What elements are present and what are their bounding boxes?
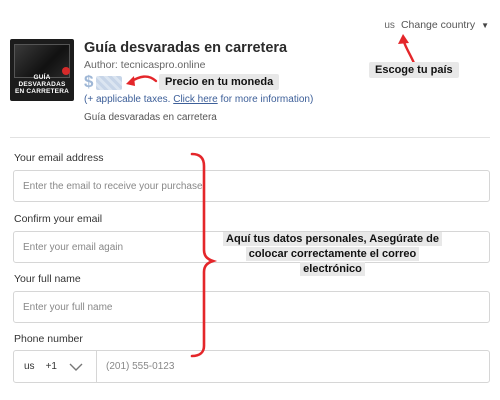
cover-text: GUÍA DESVARADAS EN CARRETERA xyxy=(14,74,70,95)
phone-dial-code: +1 xyxy=(45,361,57,372)
change-country-selector[interactable]: us Change country ▼ xyxy=(384,19,489,31)
price-symbol: $ xyxy=(84,72,95,91)
product-author: Author: tecnicaspro.online xyxy=(84,59,206,71)
country-annotation: Escoge tu país xyxy=(369,62,459,78)
price-annotation: Precio en tu moneda xyxy=(159,74,280,90)
taxes-suffix: for more information) xyxy=(217,94,314,105)
phone-number-field[interactable] xyxy=(97,351,489,382)
phone-country-code: us xyxy=(24,361,35,372)
taxes-info-link[interactable]: Click here xyxy=(173,94,217,105)
email-field[interactable] xyxy=(23,180,480,192)
taxes-prefix: (+ applicable taxes. xyxy=(84,94,174,105)
confirm-email-label: Confirm your email xyxy=(14,213,103,225)
phone-field-box: us +1 xyxy=(13,350,490,383)
form-annotation-line1: Aquí tus datos personales, Asegúrate de xyxy=(223,232,442,246)
product-cover-image: GUÍA DESVARADAS EN CARRETERA xyxy=(10,39,74,101)
phone-country-select[interactable]: us +1 xyxy=(14,351,97,382)
full-name-label: Your full name xyxy=(14,273,81,285)
change-country-label: Change country xyxy=(400,19,476,31)
price-blurred-amount xyxy=(96,75,123,90)
chevron-down-icon xyxy=(69,363,83,371)
form-annotation-line3: electrónico xyxy=(300,262,365,276)
caret-down-icon: ▼ xyxy=(481,20,489,30)
section-divider xyxy=(10,137,490,138)
full-name-field-box xyxy=(13,291,490,323)
form-annotation: Aquí tus datos personales, Asegúrate de … xyxy=(215,232,450,277)
product-title: Guía desvaradas en carretera xyxy=(84,40,288,56)
product-description: Guía desvaradas en carretera xyxy=(84,112,217,123)
email-field-box xyxy=(13,170,490,202)
product-price: $ xyxy=(84,72,123,92)
country-code: us xyxy=(384,19,395,31)
email-label: Your email address xyxy=(14,152,104,164)
phone-label: Phone number xyxy=(14,333,83,345)
full-name-field[interactable] xyxy=(23,301,480,313)
form-annotation-line2: colocar correctamente el correo xyxy=(245,247,420,261)
taxes-note: (+ applicable taxes. Click here for more… xyxy=(84,94,313,105)
